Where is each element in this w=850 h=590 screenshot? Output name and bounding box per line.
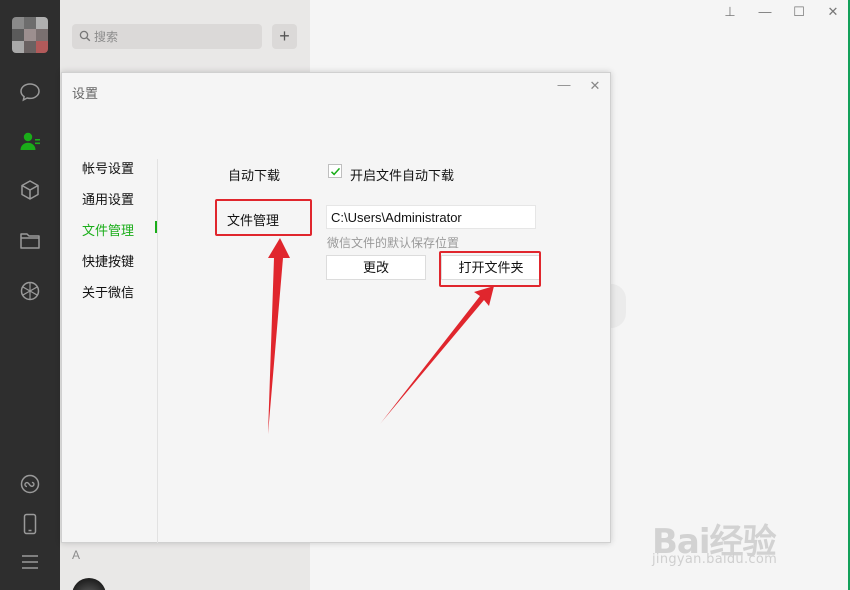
save-path-field[interactable]	[326, 205, 536, 229]
favorites-cube-icon[interactable]	[18, 178, 42, 202]
nav-item-file-management[interactable]: 文件管理	[82, 220, 134, 239]
left-nav-rail	[0, 0, 60, 590]
nav-item-account[interactable]: 帐号设置	[82, 158, 134, 177]
watermark: Bai经验 jingyan.baidu.com	[652, 514, 822, 574]
file-management-label: 文件管理	[227, 213, 280, 228]
moments-icon[interactable]	[18, 279, 42, 303]
search-icon	[79, 30, 91, 42]
nav-item-about[interactable]: 关于微信	[82, 282, 134, 301]
menu-icon[interactable]	[18, 550, 42, 574]
mini-program-icon[interactable]	[18, 472, 42, 496]
save-path-hint: 微信文件的默认保存位置	[327, 236, 460, 250]
search-box[interactable]	[72, 24, 262, 49]
avatar[interactable]	[12, 17, 48, 53]
chat-icon[interactable]	[18, 80, 42, 104]
minimize-button[interactable]: —	[757, 4, 773, 20]
dialog-close-button[interactable]: ✕	[587, 78, 603, 94]
nav-divider	[157, 159, 158, 543]
auto-download-checkbox[interactable]	[328, 164, 342, 178]
contact-section-letter: A	[72, 548, 81, 562]
dialog-title: 设置	[72, 86, 99, 101]
settings-dialog: 设置 — ✕ 帐号设置 通用设置 文件管理 快捷按键 关于微信 自动下载 开启文…	[61, 72, 611, 543]
pin-button[interactable]: ⊥	[722, 4, 738, 20]
nav-item-shortcuts[interactable]: 快捷按键	[82, 251, 134, 270]
maximize-button[interactable]: ☐	[791, 4, 807, 20]
dialog-minimize-button[interactable]: —	[556, 77, 572, 93]
auto-download-label: 自动下载	[228, 168, 281, 183]
nav-item-general[interactable]: 通用设置	[82, 189, 134, 208]
add-button[interactable]: +	[272, 24, 297, 49]
auto-download-option[interactable]: 开启文件自动下载	[350, 165, 454, 184]
watermark-url: jingyan.baidu.com	[652, 552, 778, 567]
change-path-button[interactable]: 更改	[326, 255, 426, 280]
open-folder-button[interactable]: 打开文件夹	[441, 255, 541, 280]
search-input[interactable]	[94, 24, 254, 49]
phone-icon[interactable]	[18, 512, 42, 536]
check-icon	[330, 167, 341, 176]
contacts-icon[interactable]	[18, 129, 42, 153]
folder-icon[interactable]	[18, 229, 42, 253]
close-button[interactable]: ✕	[825, 4, 841, 20]
contact-avatar[interactable]	[72, 578, 106, 590]
